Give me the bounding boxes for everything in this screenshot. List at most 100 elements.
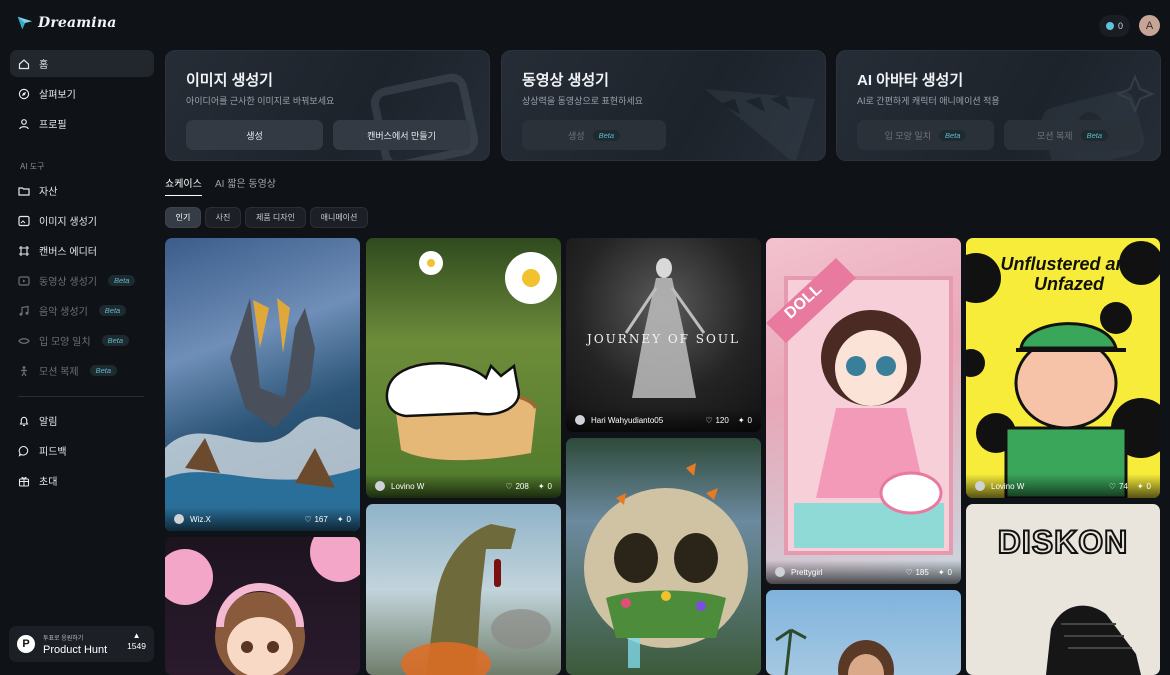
sidebar-item-label: 프로필 xyxy=(39,120,67,131)
video-generate-button[interactable]: 생성 Beta xyxy=(522,120,666,150)
video-deco-icon xyxy=(705,89,815,160)
gallery-item[interactable]: JOURNEY OF SOUL Hari Wahyudianto05 ♡ 120 … xyxy=(566,238,761,432)
beta-badge: Beta xyxy=(938,129,967,141)
sidebar-item-label: 동영상 생성기 xyxy=(39,277,97,288)
card-title: 동영상 생성기 xyxy=(522,72,609,89)
user-avatar xyxy=(375,481,385,491)
motion-clone-button[interactable]: 모션 복제 Beta xyxy=(1004,120,1141,150)
brand-logo[interactable]: Dreamina xyxy=(16,14,116,32)
image-generator-card[interactable]: 이미지 생성기 아이디어를 근사한 이미지로 바꿔보세요 생성 캔버스에서 만들… xyxy=(165,50,490,161)
music-icon xyxy=(18,305,30,317)
button-label: 입 모양 일치 xyxy=(884,130,931,141)
sidebar-item-assets[interactable]: 자산 xyxy=(10,177,154,204)
remix-value: 0 xyxy=(547,481,552,491)
gallery-item[interactable] xyxy=(165,537,360,675)
sidebar-item-home[interactable]: 홈 xyxy=(10,50,154,77)
user-name: Prettygirl xyxy=(791,567,823,577)
ai-avatar-generator-card[interactable]: AI 아바타 생성기 AI로 간편하게 캐릭터 애니메이션 적용 입 모양 일치… xyxy=(836,50,1161,161)
credits-count: 0 xyxy=(1118,21,1124,31)
remix-value: 0 xyxy=(947,567,952,577)
remix-count: ✦ 0 xyxy=(938,568,952,577)
gallery-item[interactable]: Wiz.X ♡ 167 ✦ 0 xyxy=(165,238,360,531)
card-subtitle: AI로 간편하게 캐릭터 애니메이션 적용 xyxy=(857,96,1000,106)
filter-photo[interactable]: 사진 xyxy=(205,207,241,228)
canvas-icon xyxy=(18,245,30,257)
item-meta: Hari Wahyudianto05 ♡ 120 ✦ 0 xyxy=(566,408,761,432)
beta-badge: Beta xyxy=(89,365,118,376)
shoe-artwork xyxy=(1046,605,1141,675)
brand-name: Dreamina xyxy=(38,15,117,31)
gallery-item[interactable] xyxy=(766,590,961,675)
artwork-text: Unflustered and Unfazed xyxy=(1000,254,1138,294)
tab-showcase[interactable]: 쇼케이스 xyxy=(165,175,202,196)
app-root: Dreamina 홈 살펴보기 프로필 AI 도구 자산 이미지 생성기 캔버스… xyxy=(0,0,1170,675)
tab-ai-short-videos[interactable]: AI 짧은 동영상 xyxy=(215,175,276,190)
sidebar-item-label: 캔버스 에디터 xyxy=(39,247,97,258)
gallery-item[interactable]: Unflustered and Unfazed Lovino W ♡ 74 ✦ 0 xyxy=(966,238,1160,498)
like-button[interactable]: ♡ 208 xyxy=(505,482,529,491)
sidebar-item-video-generator[interactable]: 동영상 생성기 Beta xyxy=(10,267,154,294)
sparkle-icon: ✦ xyxy=(537,481,545,491)
remix-count: ✦ 0 xyxy=(1137,482,1151,491)
sidebar-item-label: 자산 xyxy=(39,187,58,198)
heart-icon: ♡ xyxy=(1108,481,1116,491)
sidebar-item-label: 초대 xyxy=(39,477,58,488)
like-count: 74 xyxy=(1118,481,1128,491)
skull-garden-artwork xyxy=(584,463,748,668)
gallery-item[interactable]: Lovino W ♡ 208 ✦ 0 xyxy=(366,238,561,498)
ai-tools-section-label: AI 도구 xyxy=(20,162,45,171)
sidebar-item-label: 피드백 xyxy=(39,447,67,458)
canvas-create-button[interactable]: 캔버스에서 만들기 xyxy=(333,120,470,150)
heart-icon: ♡ xyxy=(304,514,312,524)
sidebar-item-feedback[interactable]: 피드백 xyxy=(10,437,154,464)
like-count: 185 xyxy=(915,567,929,577)
beach-portrait-artwork xyxy=(775,628,894,675)
like-button[interactable]: ♡ 185 xyxy=(905,568,929,577)
sidebar-item-profile[interactable]: 프로필 xyxy=(10,110,154,137)
bell-icon xyxy=(18,415,30,427)
sidebar-item-music-generator[interactable]: 음악 생성기 Beta xyxy=(10,297,154,324)
sidebar-item-label: 홈 xyxy=(39,60,49,71)
sidebar-item-notifications[interactable]: 알림 xyxy=(10,407,154,434)
sparkle-icon: ✦ xyxy=(937,567,945,577)
credit-icon xyxy=(1106,22,1114,30)
gallery-item[interactable]: DOLL Prettygirl ♡ 185 ✦ 0 xyxy=(766,238,961,584)
sidebar: Dreamina 홈 살펴보기 프로필 AI 도구 자산 이미지 생성기 캔버스… xyxy=(0,0,162,675)
sidebar-item-canvas-editor[interactable]: 캔버스 에디터 xyxy=(10,237,154,264)
user-name: Lovino W xyxy=(991,481,1025,491)
sparkle-icon: ✦ xyxy=(336,514,344,524)
gallery-item[interactable]: DISKON xyxy=(966,504,1160,675)
like-count: 120 xyxy=(715,415,729,425)
image-generate-button[interactable]: 생성 xyxy=(186,120,323,150)
video-generator-card[interactable]: 동영상 생성기 상상력을 동영상으로 표현하세요 생성 Beta xyxy=(501,50,826,161)
product-hunt-name: Product Hunt xyxy=(43,643,108,656)
wave-hand-artwork xyxy=(165,298,360,531)
sidebar-item-image-generator[interactable]: 이미지 생성기 xyxy=(10,207,154,234)
sidebar-item-explore[interactable]: 살펴보기 xyxy=(10,80,154,107)
sidebar-item-motion-clone[interactable]: 모션 복제 Beta xyxy=(10,357,154,384)
avatar[interactable]: A xyxy=(1139,15,1160,36)
sidebar-item-label: 음악 생성기 xyxy=(39,307,88,318)
credits-button[interactable]: 0 xyxy=(1099,15,1131,37)
gallery-item[interactable] xyxy=(566,438,761,675)
filter-animation[interactable]: 애니메이션 xyxy=(310,207,368,228)
folder-icon xyxy=(18,185,30,197)
like-button[interactable]: ♡ 120 xyxy=(705,416,729,425)
heart-icon: ♡ xyxy=(505,481,513,491)
filter-popular[interactable]: 인기 xyxy=(165,207,201,228)
dreamina-logo-icon xyxy=(17,16,33,30)
sidebar-item-lip-sync[interactable]: 입 모양 일치 Beta xyxy=(10,327,154,354)
like-button[interactable]: ♡ 167 xyxy=(304,515,328,524)
sparkle-icon: ✦ xyxy=(1136,481,1144,491)
product-hunt-caption: 투표로 응원하기 xyxy=(43,635,84,642)
heart-icon: ♡ xyxy=(705,415,713,425)
card-subtitle: 상상력을 동영상으로 표현하세요 xyxy=(522,96,643,106)
gallery-item[interactable] xyxy=(366,504,561,675)
lip-sync-button[interactable]: 입 모양 일치 Beta xyxy=(857,120,994,150)
filter-product-design[interactable]: 제품 디자인 xyxy=(245,207,306,228)
card-title: 이미지 생성기 xyxy=(186,72,273,89)
remix-count: ✦ 0 xyxy=(738,416,752,425)
product-hunt-badge[interactable]: P 투표로 응원하기 Product Hunt ▲ 1549 xyxy=(9,626,154,662)
like-button[interactable]: ♡ 74 xyxy=(1109,482,1128,491)
sidebar-item-invite[interactable]: 초대 xyxy=(10,467,154,494)
